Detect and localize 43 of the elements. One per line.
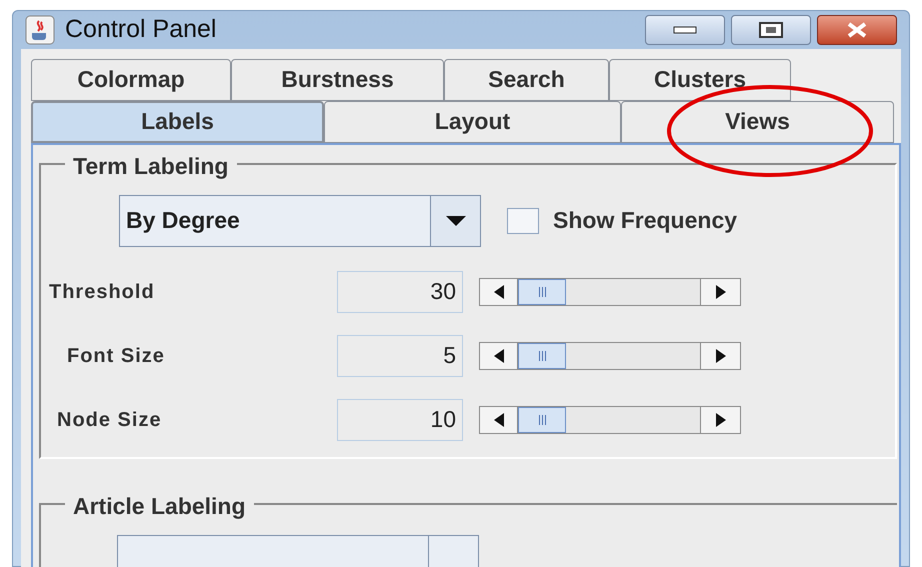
window-title: Control Panel: [65, 14, 216, 45]
row-label: Font Size: [66, 344, 166, 368]
tab[interactable]: Layout: [324, 100, 621, 142]
scroll-thumb[interactable]: [518, 342, 566, 368]
left-arrow-icon: [494, 412, 504, 426]
value-field[interactable]: 5: [337, 334, 463, 376]
right-arrow-icon: [716, 348, 726, 362]
checkbox[interactable]: [507, 208, 539, 234]
tab[interactable]: Search: [444, 58, 609, 100]
scroll-left-button[interactable]: [480, 342, 518, 368]
dropdown-arrow-icon: [446, 216, 466, 226]
mode-dropdown[interactable]: By Degree: [119, 194, 481, 246]
close-icon: [846, 22, 868, 38]
scroll-thumb[interactable]: [518, 278, 566, 304]
left-arrow-icon: [494, 348, 504, 362]
right-arrow-icon: [716, 284, 726, 298]
scrollbar[interactable]: [479, 342, 741, 370]
scroll-right-button[interactable]: [700, 278, 740, 304]
checkbox-label: Show Frequency: [553, 206, 738, 236]
tab[interactable]: Colormap: [31, 58, 231, 100]
minimize-icon: [673, 26, 697, 34]
tab[interactable]: Clusters: [609, 58, 791, 100]
scroll-left-button[interactable]: [480, 406, 518, 432]
restore-icon: [759, 22, 783, 38]
close-button[interactable]: [817, 14, 897, 45]
tab[interactable]: Burstness: [231, 58, 444, 100]
scroll-right-button[interactable]: [700, 342, 740, 368]
tab[interactable]: Labels: [31, 100, 324, 142]
scroll-thumb[interactable]: [518, 406, 566, 432]
scroll-right-button[interactable]: [700, 406, 740, 432]
coffee-cup-icon: [25, 14, 55, 45]
value-field[interactable]: 10: [337, 398, 463, 440]
left-arrow-icon: [494, 284, 504, 298]
scroll-left-button[interactable]: [480, 278, 518, 304]
scrollbar[interactable]: [479, 406, 741, 434]
tab[interactable]: Views: [621, 100, 894, 142]
maximize-button[interactable]: [731, 14, 811, 45]
scrollbar[interactable]: [479, 278, 741, 306]
row-label: Threshold: [49, 280, 156, 304]
value-field[interactable]: 30: [337, 270, 463, 312]
right-arrow-icon: [716, 412, 726, 426]
minimize-button[interactable]: [645, 14, 725, 45]
row-label: Node Size: [56, 408, 163, 432]
